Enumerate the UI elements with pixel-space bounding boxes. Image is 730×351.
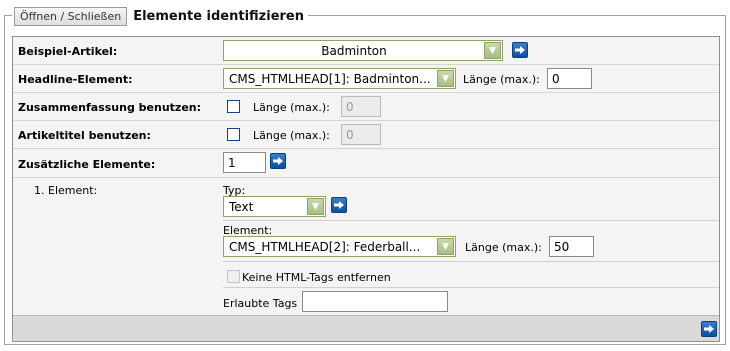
- fieldset-legend: Öffnen / Schließen Elemente identifizier…: [12, 6, 308, 26]
- row-article-title: Artikeltitel benutzen: Länge (max.): 0: [13, 121, 719, 149]
- headline-length-input[interactable]: 0: [547, 68, 592, 89]
- divider: [223, 220, 719, 221]
- summary-label: Zusammenfassung benutzen:: [18, 101, 202, 114]
- article-title-label: Artikeltitel benutzen:: [18, 129, 151, 142]
- summary-length-label: Länge (max.):: [253, 101, 330, 114]
- settings-panel: Beispiel-Artikel: Badminton ▼ Headline-E…: [12, 36, 720, 342]
- article-title-checkbox[interactable]: [227, 128, 240, 141]
- headline-length-label: Länge (max.):: [463, 73, 540, 86]
- additional-elements-input[interactable]: 1: [223, 152, 266, 173]
- example-article-value: Badminton: [321, 43, 387, 58]
- submit-go-button[interactable]: [701, 321, 717, 337]
- headline-value: CMS_HTMLHEAD[1]: Badminton...: [229, 71, 431, 86]
- keep-html-tags-checkbox[interactable]: [227, 270, 240, 283]
- summary-length-input[interactable]: 0: [341, 96, 381, 117]
- additional-elements-label: Zusätzliche Elemente:: [18, 158, 156, 171]
- chevron-down-icon: ▼: [437, 238, 454, 255]
- row-headline: Headline-Element: CMS_HTMLHEAD[1]: Badmi…: [13, 65, 719, 93]
- divider: [223, 261, 719, 262]
- allowed-tags-label: Erlaubte Tags: [223, 297, 298, 310]
- element-value: CMS_HTMLHEAD[2]: Federball...: [229, 239, 421, 254]
- arrow-right-icon: [334, 201, 344, 209]
- panel-footer: [13, 315, 719, 341]
- type-value: Text: [229, 199, 254, 214]
- example-article-select[interactable]: Badminton ▼: [223, 40, 503, 61]
- chevron-down-icon: ▼: [307, 198, 324, 215]
- element-select[interactable]: CMS_HTMLHEAD[2]: Federball... ▼: [223, 236, 456, 257]
- row-example-article: Beispiel-Artikel: Badminton ▼: [13, 37, 719, 65]
- type-go-button[interactable]: [331, 197, 347, 213]
- article-title-length-label: Länge (max.):: [253, 129, 330, 142]
- allowed-tags-input[interactable]: [302, 291, 448, 312]
- headline-select[interactable]: CMS_HTMLHEAD[1]: Badminton... ▼: [223, 68, 456, 89]
- element-length-input[interactable]: 50: [549, 236, 594, 257]
- example-article-go-button[interactable]: [512, 42, 528, 58]
- chevron-down-icon: ▼: [437, 70, 454, 87]
- type-select[interactable]: Text ▼: [223, 196, 326, 217]
- article-title-length-input[interactable]: 0: [341, 124, 381, 145]
- example-article-label: Beispiel-Artikel:: [18, 45, 118, 58]
- arrow-right-icon: [704, 325, 714, 333]
- row-additional-elements: Zusätzliche Elemente: 1: [13, 149, 719, 178]
- section-title: Elemente identifizieren: [133, 8, 304, 24]
- keep-html-tags-label: Keine HTML-Tags entfernen: [242, 271, 391, 284]
- headline-label: Headline-Element:: [18, 73, 133, 86]
- element-1-group: 1. Element: Typ: Text ▼ Element: CMS_HTM…: [13, 178, 719, 315]
- open-close-button[interactable]: Öffnen / Schließen: [14, 6, 128, 26]
- divider: [223, 287, 719, 288]
- element-length-label: Länge (max.):: [465, 241, 542, 254]
- element-1-label: 1. Element:: [34, 184, 98, 197]
- additional-elements-go-button[interactable]: [270, 153, 286, 169]
- row-summary: Zusammenfassung benutzen: Länge (max.): …: [13, 93, 719, 121]
- chevron-down-icon: ▼: [484, 42, 501, 59]
- arrow-right-icon: [515, 46, 525, 54]
- summary-checkbox[interactable]: [227, 100, 240, 113]
- arrow-right-icon: [273, 157, 283, 165]
